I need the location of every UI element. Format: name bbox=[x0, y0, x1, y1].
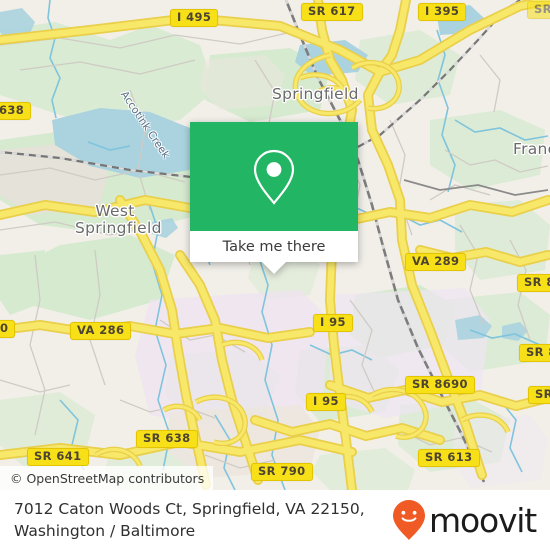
popup-action-bar[interactable]: Take me there bbox=[190, 231, 358, 262]
shield-sr-790[interactable]: SR 790 bbox=[251, 463, 313, 481]
take-me-there-label: Take me there bbox=[222, 238, 326, 255]
shield-sr-8690[interactable]: SR 8690 bbox=[405, 376, 475, 394]
shield-sr-638[interactable]: SR 638 bbox=[136, 430, 198, 448]
attribution-text: © OpenStreetMap contributors bbox=[10, 470, 205, 486]
shield-sr-6-right[interactable]: SR 6 bbox=[528, 386, 550, 404]
shield-sr-617[interactable]: SR 617 bbox=[301, 3, 363, 21]
shield-va-286[interactable]: VA 286 bbox=[70, 322, 132, 340]
shield-638[interactable]: 638 bbox=[0, 102, 32, 120]
shield-sr-86[interactable]: SR 86 bbox=[519, 344, 550, 362]
shield-0[interactable]: 0 bbox=[0, 320, 16, 338]
shield-i-95-south[interactable]: I 95 bbox=[306, 393, 346, 411]
shield-sr-81[interactable]: SR 81 bbox=[517, 274, 550, 292]
address-line-1: 7012 Caton Woods Ct, Springfield, VA 221… bbox=[14, 500, 365, 518]
popup-pointer bbox=[262, 262, 286, 274]
shield-i-395[interactable]: I 395 bbox=[418, 3, 467, 21]
location-popup[interactable]: Take me there bbox=[190, 122, 358, 274]
address-block: 7012 Caton Woods Ct, Springfield, VA 221… bbox=[14, 498, 365, 542]
moovit-logo[interactable]: moovit bbox=[392, 499, 537, 541]
shield-va-289[interactable]: VA 289 bbox=[405, 253, 467, 271]
shield-i-495[interactable]: I 495 bbox=[170, 9, 219, 27]
shield-sr-641[interactable]: SR 641 bbox=[27, 448, 89, 466]
map-screen: Springfield West Springfield Franc Accot… bbox=[0, 0, 550, 550]
address-line-2: Washington / Baltimore bbox=[14, 522, 196, 540]
shield-sr-613[interactable]: SR 613 bbox=[418, 449, 480, 467]
map-attribution[interactable]: © OpenStreetMap contributors bbox=[0, 466, 214, 490]
shield-sr-6-top[interactable]: SR 6 bbox=[527, 1, 550, 19]
moovit-pin-smile-icon bbox=[393, 500, 426, 540]
moovit-wordmark: moovit bbox=[429, 500, 537, 540]
popup-header bbox=[190, 122, 358, 231]
footer-bar: 7012 Caton Woods Ct, Springfield, VA 221… bbox=[0, 490, 550, 550]
shield-i-95-north[interactable]: I 95 bbox=[313, 314, 353, 332]
map-pin-icon bbox=[253, 149, 295, 205]
